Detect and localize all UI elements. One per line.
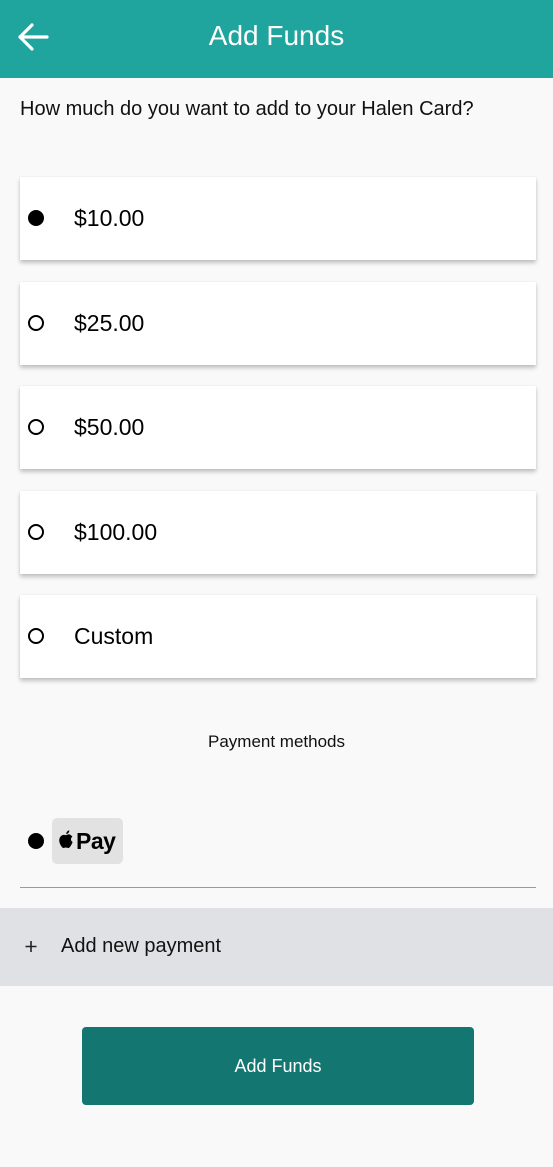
payment-methods-heading: Payment methods	[207, 732, 345, 751]
radio-unselected[interactable]	[28, 524, 44, 540]
apple-pay-label: Pay	[76, 828, 116, 854]
apple-icon	[59, 830, 73, 848]
radio-unselected[interactable]	[28, 628, 44, 644]
amount-prompt: How much do you want to add to your Hale…	[20, 98, 474, 120]
apple-pay-badge: Pay	[52, 818, 123, 864]
amount-option-50[interactable]: $50.00	[20, 386, 536, 469]
app-header: Add Funds	[0, 0, 553, 78]
amount-label: $100.00	[74, 519, 158, 545]
amount-option-100[interactable]: $100.00	[20, 491, 536, 574]
radio-selected[interactable]	[28, 210, 44, 226]
page-title: Add Funds	[208, 20, 345, 51]
amount-label: $50.00	[74, 414, 145, 440]
add-new-payment-button[interactable]: Add new payment	[0, 908, 553, 986]
amount-option-custom[interactable]: Custom	[20, 595, 536, 678]
amount-option-25[interactable]: $25.00	[20, 282, 536, 365]
payment-method-apple-pay[interactable]: Pay	[20, 808, 536, 878]
amount-option-10[interactable]: $10.00	[20, 177, 536, 260]
radio-unselected[interactable]	[28, 315, 44, 331]
add-funds-button[interactable]: Add Funds	[82, 1027, 474, 1105]
radio-selected[interactable]	[28, 833, 44, 849]
plus-icon	[25, 941, 37, 952]
add-new-payment-label: Add new payment	[61, 935, 222, 957]
divider	[20, 887, 536, 888]
radio-unselected[interactable]	[28, 419, 44, 435]
amount-label: $25.00	[74, 310, 145, 336]
amount-label: $10.00	[74, 205, 145, 231]
amount-label: Custom	[74, 623, 154, 649]
